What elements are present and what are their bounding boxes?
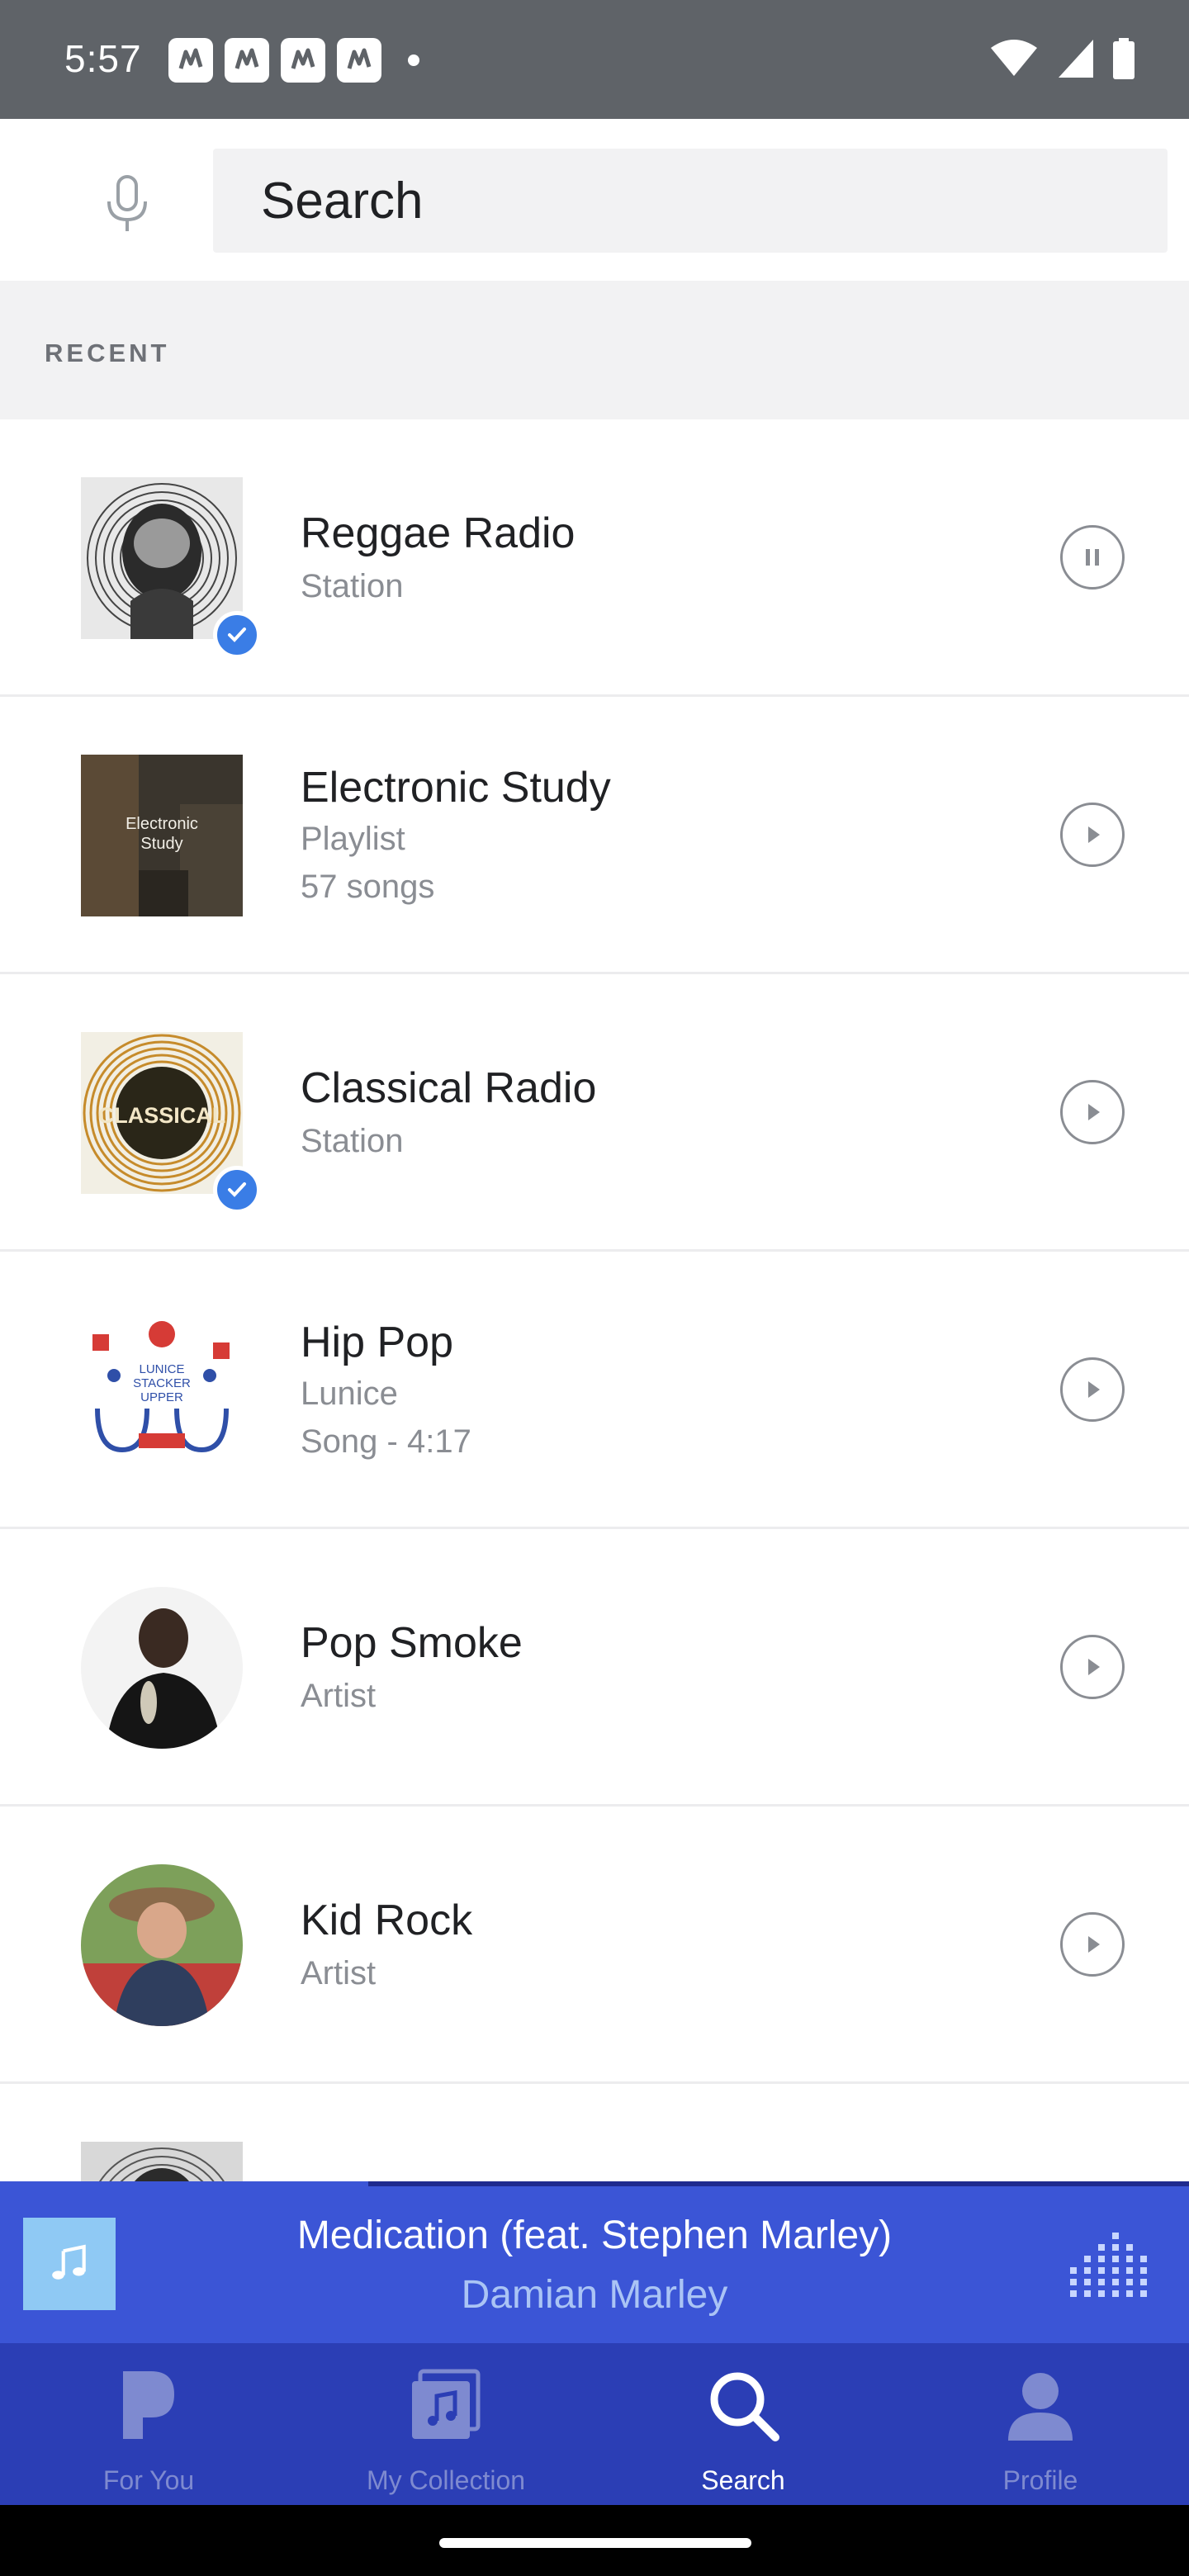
profile-icon xyxy=(1008,2373,1073,2441)
play-icon xyxy=(1088,1104,1100,1120)
recent-label: RECENT xyxy=(45,339,170,367)
item-title: Electronic Study xyxy=(301,764,611,812)
item-subtitle: Station xyxy=(301,568,404,604)
play-button[interactable] xyxy=(1060,803,1125,867)
item-subtitle: Artist xyxy=(301,1678,377,1714)
artist-avatar xyxy=(81,1587,243,1749)
station-art: CLASSICAL xyxy=(81,1032,243,1194)
item-title: Hip Pop xyxy=(301,1319,453,1366)
status-bar: 5:57 xyxy=(0,0,1189,119)
search-icon xyxy=(710,2372,779,2441)
item-subtitle: Playlist xyxy=(301,821,405,857)
search-input[interactable] xyxy=(213,149,1168,253)
play-button[interactable] xyxy=(1060,1912,1125,1977)
pandora-notification-icon xyxy=(168,38,213,83)
search-box[interactable] xyxy=(213,149,1168,253)
nav-search[interactable]: Search xyxy=(594,2343,892,2505)
nav-label: Profile xyxy=(1002,2465,1078,2495)
item-title: Classical Radio xyxy=(301,1064,597,1112)
system-icons xyxy=(989,38,1135,79)
list-item[interactable] xyxy=(0,2084,1189,2191)
list-item[interactable]: Reggae Radio Station xyxy=(0,419,1189,697)
notification-icons xyxy=(168,38,419,83)
pause-button[interactable] xyxy=(1060,525,1125,590)
play-button[interactable] xyxy=(1060,1080,1125,1144)
artist-avatar xyxy=(81,1864,243,2026)
play-icon xyxy=(1088,1659,1100,1675)
playlist-art-text: Electronic Study xyxy=(126,815,198,853)
bottom-navigation: For You My Collection Search Profile xyxy=(0,2343,1189,2505)
audio-visualizer-icon[interactable] xyxy=(1070,2231,1148,2297)
now-playing-bar[interactable]: Medication (feat. Stephen Marley) Damian… xyxy=(0,2186,1189,2343)
nav-my-collection[interactable]: My Collection xyxy=(297,2343,594,2505)
pandora-notification-icon xyxy=(225,38,269,83)
item-title: Reggae Radio xyxy=(301,509,576,557)
item-song-count: 57 songs xyxy=(301,869,435,905)
station-art xyxy=(81,477,243,639)
item-song-duration: Song - 4:17 xyxy=(301,1423,471,1460)
play-button[interactable] xyxy=(1060,1357,1125,1422)
item-title: Kid Rock xyxy=(301,1896,473,1944)
pause-icon xyxy=(1086,549,1099,566)
list-item[interactable]: CLASSICAL Classical Radio Station xyxy=(0,974,1189,1252)
playlist-art: Electronic Study xyxy=(81,755,243,916)
pandora-notification-icon xyxy=(281,38,325,83)
pandora-notification-icon xyxy=(337,38,381,83)
now-playing-title: Medication (feat. Stephen Marley) xyxy=(296,2214,893,2257)
recent-section-header: RECENT xyxy=(0,281,1189,419)
status-time: 5:57 xyxy=(64,37,142,80)
station-art-text: CLASSICAL xyxy=(97,1103,226,1128)
item-artist: Lunice xyxy=(301,1376,398,1412)
play-icon xyxy=(1088,826,1100,843)
nav-label: My Collection xyxy=(366,2465,526,2495)
nav-label: For You xyxy=(102,2465,195,2495)
play-button[interactable] xyxy=(1060,1635,1125,1699)
item-subtitle: Station xyxy=(301,1123,404,1159)
play-icon xyxy=(1088,1936,1100,1953)
list-item[interactable]: Electronic Study Electronic Study Playli… xyxy=(0,697,1189,974)
collection-icon xyxy=(412,2369,481,2439)
cellular-icon xyxy=(1059,40,1093,78)
battery-icon xyxy=(1113,38,1135,79)
list-item[interactable]: LUNICE STACKER UPPER Hip Pop Lunice Song… xyxy=(0,1252,1189,1529)
nav-for-you[interactable]: For You xyxy=(0,2343,297,2505)
now-playing-artist: Damian Marley xyxy=(461,2273,728,2317)
more-notifications-dot xyxy=(408,54,419,66)
recent-list: Reggae Radio Station Electronic Study El… xyxy=(0,419,1189,2191)
song-art-text: LUNICE STACKER UPPER xyxy=(133,1362,191,1404)
nav-profile[interactable]: Profile xyxy=(892,2343,1189,2505)
search-header xyxy=(0,119,1189,281)
item-subtitle: Artist xyxy=(301,1955,377,1991)
song-art: LUNICE STACKER UPPER xyxy=(81,1309,243,1471)
list-item[interactable]: Pop Smoke Artist xyxy=(0,1529,1189,1807)
pandora-p-icon xyxy=(123,2371,174,2439)
wifi-icon xyxy=(991,40,1037,76)
microphone-icon[interactable] xyxy=(102,175,152,233)
item-title: Pop Smoke xyxy=(301,1619,523,1667)
downloaded-check-icon xyxy=(213,611,261,659)
downloaded-check-icon xyxy=(213,1166,261,1214)
home-gesture-handle[interactable] xyxy=(439,2538,751,2548)
system-navigation-bar xyxy=(0,2505,1189,2576)
play-icon xyxy=(1088,1381,1100,1398)
nav-label: Search xyxy=(701,2465,785,2495)
list-item[interactable]: Kid Rock Artist xyxy=(0,1807,1189,2084)
